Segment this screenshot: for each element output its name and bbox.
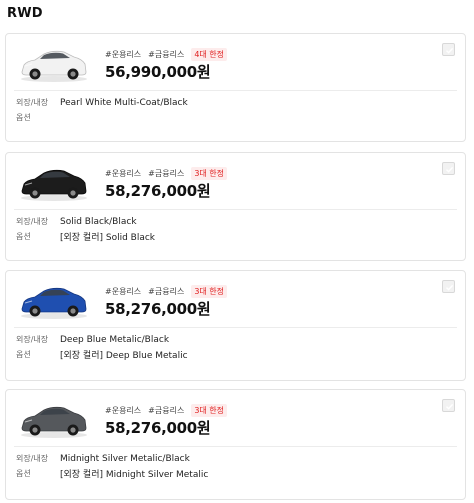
check-icon bbox=[446, 47, 454, 54]
section-title: RWD bbox=[7, 6, 43, 21]
check-icon bbox=[446, 166, 454, 173]
price: 56,990,000원 bbox=[105, 63, 211, 81]
options-label: 옵션 bbox=[16, 469, 31, 478]
lease-tag: #운용리스 bbox=[105, 287, 142, 296]
lease-tag: #운용리스 bbox=[105, 406, 142, 415]
spec-list: 외장/내장 Midnight Silver Metalic/Black 옵션 [외장 … bbox=[6, 447, 465, 481]
lease-tag: #운용리스 bbox=[105, 169, 142, 178]
exterior-interior-label: 외장/내장 bbox=[16, 454, 49, 463]
check-icon bbox=[446, 403, 454, 410]
vehicle-card[interactable]: #운용리스 #금융리스 3대 한정 58,276,000원외장/내장 Midnight … bbox=[5, 389, 466, 500]
price: 58,276,000원 bbox=[105, 182, 211, 200]
lease-tag: #금융리스 bbox=[148, 50, 185, 59]
exterior-interior-value: Pearl White Multi-Coat/Black bbox=[60, 97, 188, 108]
price: 58,276,000원 bbox=[105, 419, 211, 437]
options-value: [외장 컬러] Deep Blue Metalic bbox=[60, 351, 188, 361]
spec-row-exterior: 외장/내장 Solid Black/Black bbox=[6, 214, 465, 229]
car-image bbox=[18, 46, 90, 84]
car-image bbox=[18, 165, 90, 203]
options-label: 옵션 bbox=[16, 113, 31, 122]
tag-list: #운용리스 #금융리스 3대 한정 bbox=[105, 285, 228, 298]
lease-tag: #금융리스 bbox=[148, 169, 185, 178]
tag-list: #운용리스 #금융리스 3대 한정 bbox=[105, 167, 228, 180]
spec-list: 외장/내장 Solid Black/Black 옵션 [외장 컬러] Solid Bl… bbox=[6, 210, 465, 244]
spec-list: 외장/내장 Deep Blue Metalic/Black 옵션 [외장 컬러] De… bbox=[6, 328, 465, 362]
select-checkbox[interactable] bbox=[442, 399, 455, 412]
select-checkbox[interactable] bbox=[442, 43, 455, 56]
price: 58,276,000원 bbox=[105, 300, 211, 318]
limited-badge: 3대 한정 bbox=[191, 167, 228, 180]
options-label: 옵션 bbox=[16, 232, 31, 241]
check-icon bbox=[446, 284, 454, 291]
exterior-interior-value: Deep Blue Metalic/Black bbox=[60, 334, 170, 345]
exterior-interior-value: Midnight Silver Metalic/Black bbox=[60, 453, 190, 464]
spec-row-options: 옵션 [외장 컬러] Deep Blue Metalic bbox=[6, 347, 465, 362]
select-checkbox[interactable] bbox=[442, 162, 455, 175]
lease-tag: #운용리스 bbox=[105, 50, 142, 59]
spec-row-exterior: 외장/내장 Pearl White Multi-Coat/Black bbox=[6, 95, 465, 110]
vehicle-card[interactable]: #운용리스 #금융리스 3대 한정 58,276,000원외장/내장 Deep Blue… bbox=[5, 270, 466, 381]
lease-tag: #금융리스 bbox=[148, 287, 185, 296]
options-value: [외장 컬러] Solid Black bbox=[60, 233, 156, 243]
select-checkbox[interactable] bbox=[442, 280, 455, 293]
limited-badge: 4대 한정 bbox=[191, 48, 228, 61]
exterior-interior-label: 외장/내장 bbox=[16, 217, 49, 226]
spec-list: 외장/내장 Pearl White Multi-Coat/Black 옵션 bbox=[6, 91, 465, 125]
car-image bbox=[18, 402, 90, 440]
spec-row-exterior: 외장/내장 Midnight Silver Metalic/Black bbox=[6, 451, 465, 466]
spec-row-exterior: 외장/내장 Deep Blue Metalic/Black bbox=[6, 332, 465, 347]
spec-row-options: 옵션 [외장 컬러] Midnight Silver Metalic bbox=[6, 466, 465, 481]
tag-list: #운용리스 #금융리스 4대 한정 bbox=[105, 48, 228, 61]
spec-row-options: 옵션 bbox=[6, 110, 465, 125]
options-label: 옵션 bbox=[16, 350, 31, 359]
spec-row-options: 옵션 [외장 컬러] Solid Black bbox=[6, 229, 465, 244]
vehicle-card[interactable]: #운용리스 #금융리스 4대 한정 56,990,000원외장/내장 Pearl Whi… bbox=[5, 33, 466, 142]
limited-badge: 3대 한정 bbox=[191, 404, 228, 417]
exterior-interior-label: 외장/내장 bbox=[16, 98, 49, 107]
options-value: [외장 컬러] Midnight Silver Metalic bbox=[60, 470, 209, 480]
exterior-interior-label: 외장/내장 bbox=[16, 335, 49, 344]
car-image bbox=[18, 283, 90, 321]
tag-list: #운용리스 #금융리스 3대 한정 bbox=[105, 404, 228, 417]
limited-badge: 3대 한정 bbox=[191, 285, 228, 298]
exterior-interior-value: Solid Black/Black bbox=[60, 216, 137, 227]
vehicle-card[interactable]: #운용리스 #금융리스 3대 한정 58,276,000원외장/내장 Solid Bla… bbox=[5, 152, 466, 261]
lease-tag: #금융리스 bbox=[148, 406, 185, 415]
